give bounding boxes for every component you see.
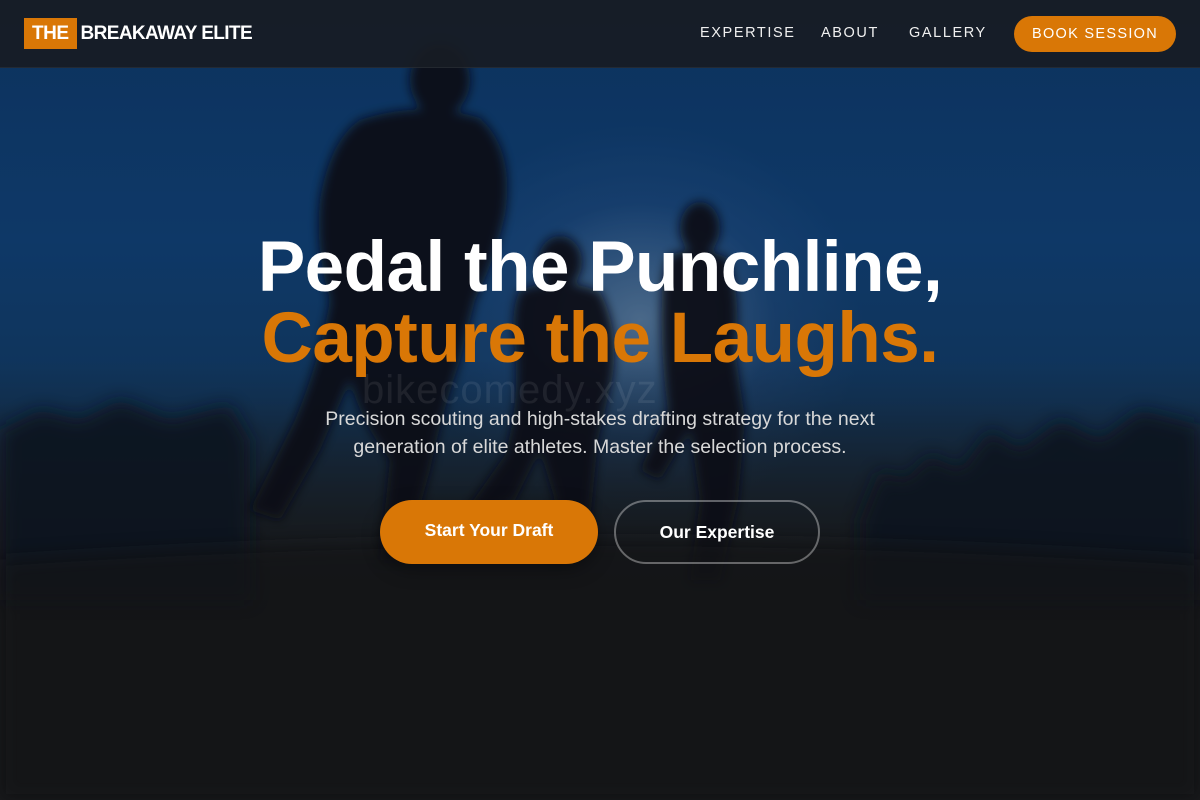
hero-subtitle: Precision scouting and high-stakes draft… — [325, 408, 875, 458]
hero-headline: Pedal the Punchline, Capture the Laughs. — [0, 232, 1200, 375]
logo-text: BREAKAWAY ELITE — [80, 22, 253, 44]
logo-box: THE — [24, 18, 77, 49]
hero-background: bikecomedy.xyz — [0, 0, 1200, 800]
headline-line-2: Capture the Laughs. — [261, 299, 939, 378]
brand-logo[interactable]: THE BREAKAWAY ELITE — [24, 18, 253, 49]
nav-link-gallery[interactable]: GALLERY — [909, 25, 987, 41]
headline-line-1: Pedal the Punchline, — [257, 228, 943, 307]
nav-link-about[interactable]: ABOUT — [821, 25, 879, 41]
our-expertise-button[interactable]: Our Expertise — [614, 500, 820, 564]
nav-link-expertise[interactable]: EXPERTISE — [700, 25, 796, 41]
book-session-button[interactable]: BOOK SESSION — [1014, 16, 1176, 52]
start-your-draft-button[interactable]: Start Your Draft — [380, 500, 598, 564]
top-navigation: THE BREAKAWAY ELITE EXPERTISE ABOUT GALL… — [0, 0, 1200, 68]
